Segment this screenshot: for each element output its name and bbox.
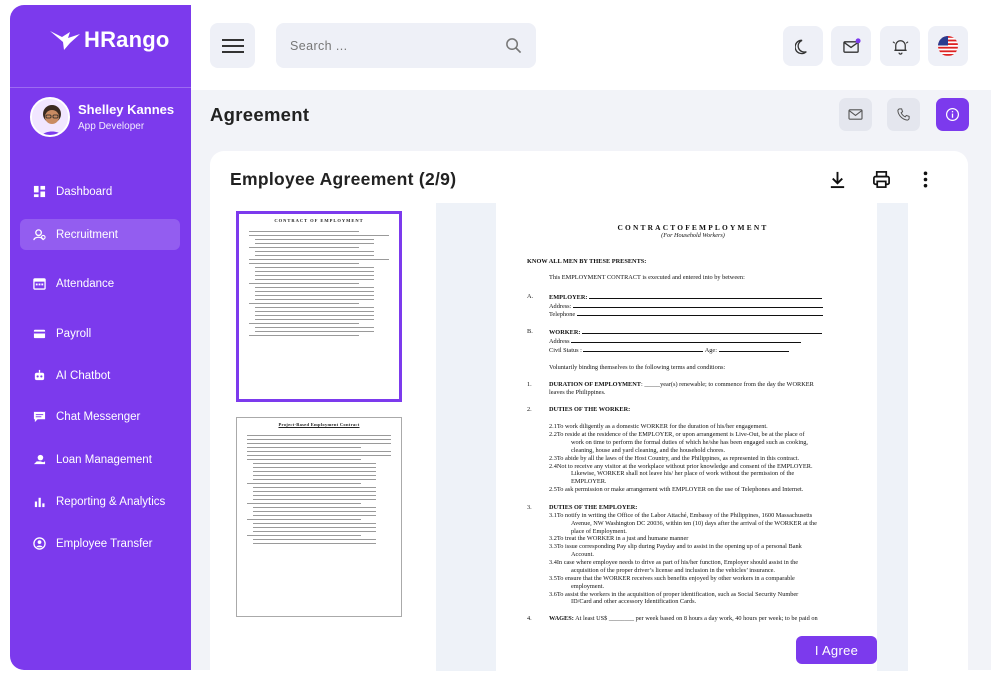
bell-icon	[892, 39, 908, 55]
sidebar-item-label: Reporting & Analytics	[56, 495, 166, 508]
doc-title: CONTRACTOFEMPLOYMENT	[617, 223, 769, 232]
sidebar-item-label: Loan Management	[56, 453, 152, 466]
agree-button[interactable]: I Agree	[796, 636, 877, 664]
printer-icon	[872, 170, 890, 188]
sidebar-item-chat-messenger[interactable]: Chat Messenger	[20, 401, 180, 432]
user-role: App Developer	[78, 121, 145, 132]
chart-icon	[32, 495, 46, 509]
robot-icon	[32, 369, 46, 383]
doc-employer-duties: 3.1To notify in writing the Office of th…	[549, 511, 817, 606]
search-icon[interactable]	[505, 37, 522, 54]
print-button[interactable]	[870, 168, 892, 190]
thumbnail-title: Project-Based Employment Contract	[278, 422, 360, 427]
doc-section-a: A. EMPLOYER: Address: Telephone	[527, 293, 859, 320]
search-input[interactable]: Search ...	[276, 23, 536, 68]
messages-button[interactable]	[831, 26, 871, 66]
document-page: CONTRACTOFEMPLOYMENT (For Household Work…	[496, 203, 877, 671]
sidebar-item-ai-chatbot[interactable]: AI Chatbot	[20, 360, 180, 391]
sidebar: HRango Shelley Kannes App Developer Dash…	[10, 5, 191, 670]
thumbnail-title: CONTRACT OF EMPLOYMENT	[274, 218, 364, 223]
avatar-illustration-icon	[32, 99, 68, 135]
sidebar-item-attendance[interactable]: Attendance	[20, 268, 180, 299]
brand-name: HRango	[84, 27, 170, 52]
card-title: Employee Agreement (2/9)	[230, 169, 457, 189]
us-flag-icon	[938, 36, 958, 56]
user-name: Shelley Kannes	[78, 102, 175, 117]
sidebar-item-label: Employee Transfer	[56, 537, 153, 550]
page-thumbnail-1[interactable]: CONTRACT OF EMPLOYMENT	[236, 211, 402, 402]
dark-mode-button[interactable]	[783, 26, 823, 66]
phone-icon	[897, 108, 910, 121]
kebab-menu-icon	[923, 171, 927, 187]
hamburger-icon	[221, 38, 244, 53]
recruitment-icon	[32, 228, 46, 242]
sidebar-item-label: Attendance	[56, 277, 115, 290]
mail-icon	[842, 37, 861, 53]
doc-section-2: 2. DUTIES OF THE WORKER:	[527, 406, 631, 414]
doc-section-3: 3. DUTIES OF THE EMPLOYER:	[527, 504, 638, 512]
info-icon	[945, 107, 960, 122]
notifications-button[interactable]	[880, 26, 920, 66]
doc-section-1: 1. DURATION OF EMPLOYMENT: _____year(s) …	[527, 380, 814, 396]
call-button[interactable]	[887, 98, 920, 131]
language-button[interactable]	[928, 26, 968, 66]
doc-section-b: B. WORKER: Address Civil Status : Age:	[527, 328, 859, 355]
sidebar-item-label: Recruitment	[56, 228, 118, 241]
info-button[interactable]	[936, 98, 969, 131]
sidebar-item-payroll[interactable]: Payroll	[20, 318, 180, 349]
sidebar-item-label: Chat Messenger	[56, 410, 141, 423]
brand-logo[interactable]: HRango	[48, 27, 170, 53]
doc-intro: This EMPLOYMENT CONTRACT is executed and…	[549, 273, 745, 281]
avatar	[30, 97, 70, 137]
doc-subtitle: (For Household Workers)	[661, 232, 725, 240]
search-placeholder: Search ...	[290, 38, 348, 53]
eagle-logo-icon	[50, 31, 80, 50]
page-title: Agreement	[210, 104, 310, 125]
sidebar-item-employee-transfer[interactable]: Employee Transfer	[20, 528, 180, 559]
doc-binding: Voluntarily binding themselves to the fo…	[549, 363, 726, 371]
sidebar-item-recruitment[interactable]: Recruitment	[20, 219, 180, 250]
agreement-card: Employee Agreement (2/9) CONTRACT OF EMP…	[210, 151, 968, 671]
page-thumbnail-2[interactable]: Project-Based Employment Contract	[236, 417, 402, 617]
sidebar-item-label: AI Chatbot	[56, 369, 111, 382]
download-button[interactable]	[826, 168, 848, 190]
dashboard-icon	[32, 185, 46, 199]
sidebar-item-label: Payroll	[56, 327, 92, 340]
email-button[interactable]	[839, 98, 872, 131]
transfer-icon	[32, 537, 46, 551]
loan-icon	[32, 453, 46, 467]
sidebar-item-dashboard[interactable]: Dashboard	[20, 176, 180, 207]
sidebar-item-loan-management[interactable]: Loan Management	[20, 444, 180, 475]
menu-toggle-button[interactable]	[210, 23, 255, 68]
sidebar-divider	[10, 87, 191, 88]
chat-icon	[32, 410, 46, 424]
moon-icon	[794, 39, 807, 54]
document-viewer[interactable]: CONTRACTOFEMPLOYMENT (For Household Work…	[436, 203, 908, 671]
user-profile[interactable]: Shelley Kannes App Developer	[30, 97, 174, 137]
card-icon	[32, 327, 46, 341]
sidebar-item-label: Dashboard	[56, 185, 113, 198]
sidebar-item-reporting-analytics[interactable]: Reporting & Analytics	[20, 486, 180, 517]
download-icon	[830, 171, 844, 188]
doc-worker-duties: 2.1To work diligently as a domestic WORK…	[549, 423, 813, 494]
doc-know-all: KNOW ALL MEN BY THESE PRESENTS:	[527, 258, 647, 265]
more-options-button[interactable]	[914, 168, 936, 190]
mail-icon	[848, 109, 863, 120]
doc-section-4: 4. WAGES: At least US$ ________ per week…	[527, 615, 818, 623]
calendar-icon	[32, 277, 46, 291]
